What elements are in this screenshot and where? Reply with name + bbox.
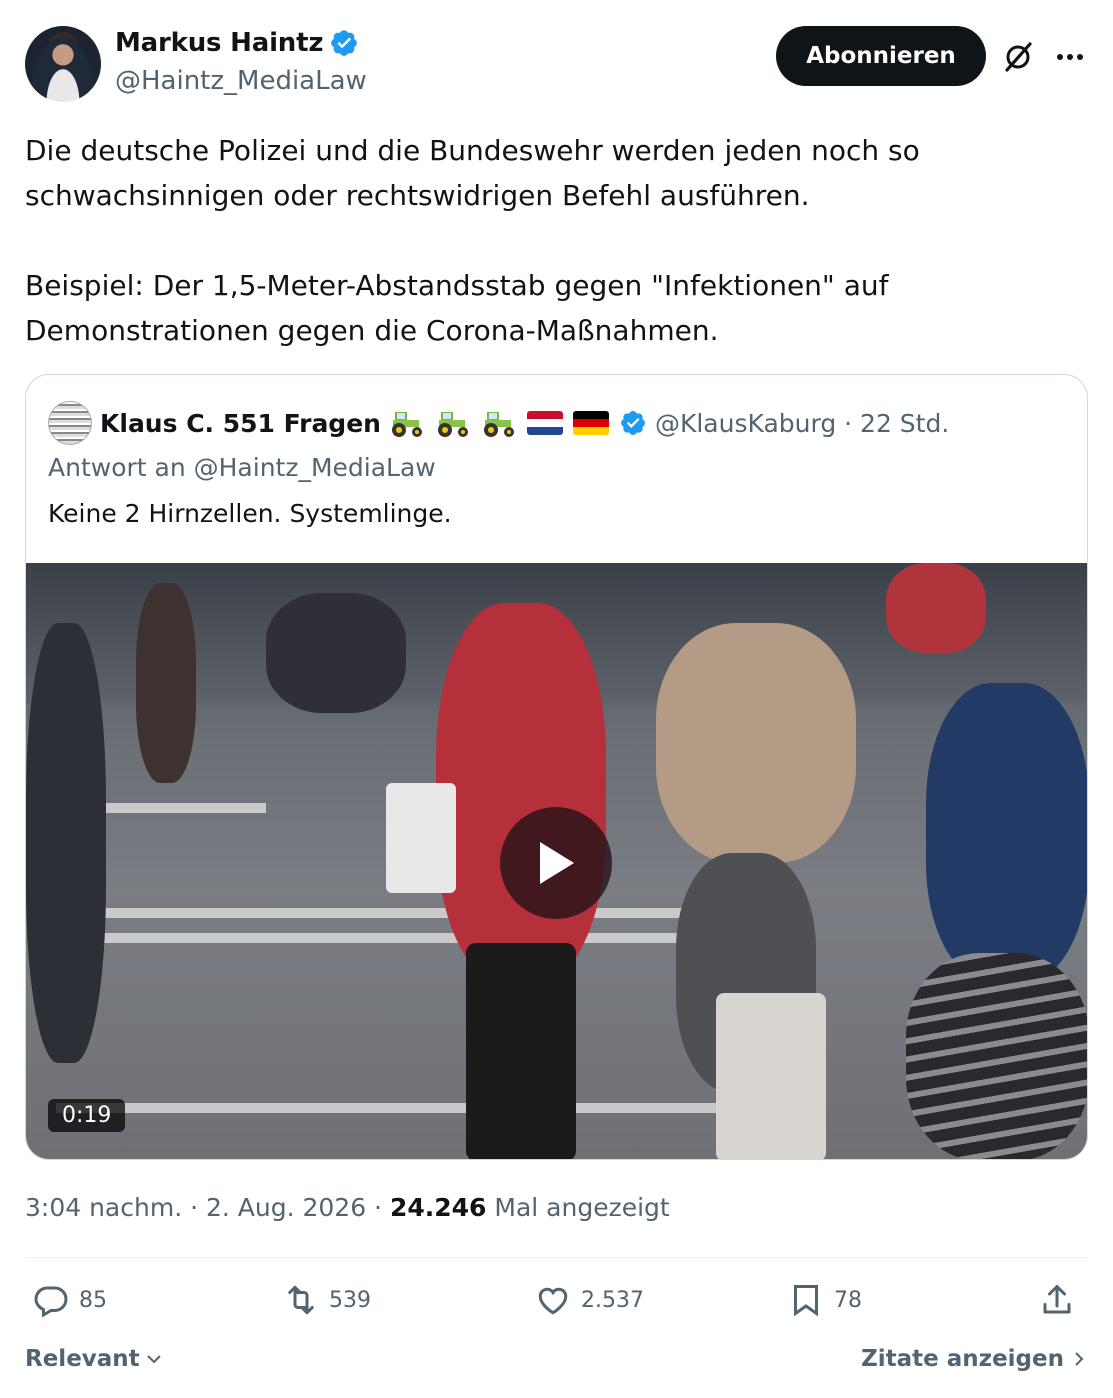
tweet-header: Markus Haintz @Haintz_MediaLaw Abonniere…: [25, 26, 1088, 102]
reply-icon: [34, 1286, 68, 1318]
name-emojis: [389, 408, 609, 438]
reply-count: 85: [79, 1287, 107, 1313]
chevron-right-icon: [1075, 1352, 1084, 1366]
views-label: Mal angezeigt: [486, 1193, 670, 1222]
tweet-text: Die deutsche Polizei und die Bundeswehr …: [25, 134, 920, 347]
author-avatar[interactable]: [25, 26, 101, 102]
follow-button[interactable]: Abonnieren: [776, 26, 986, 86]
quoted-author-name[interactable]: Klaus C. 551 Fragen: [100, 409, 381, 438]
play-button[interactable]: [500, 807, 612, 919]
more-icon[interactable]: [1053, 42, 1087, 72]
road-marking: [56, 908, 716, 918]
like-count: 2.537: [581, 1287, 644, 1313]
verified-icon: [331, 30, 358, 56]
video-scene: [716, 993, 826, 1159]
chevron-down-icon: [146, 1355, 161, 1364]
video-scene: [136, 583, 196, 783]
share-button[interactable]: [1039, 1282, 1075, 1318]
replies-controls: Relevant Zitate anzeigen: [25, 1346, 1088, 1382]
video-scene: [436, 603, 606, 983]
share-icon: [1043, 1285, 1071, 1314]
reply-button[interactable]: 85: [33, 1282, 107, 1318]
video-duration: 0:19: [48, 1099, 126, 1132]
like-button[interactable]: 2.537: [535, 1282, 644, 1318]
repost-icon: [288, 1285, 314, 1315]
quoted-text: Keine 2 Hirnzellen. Systemlinge.: [48, 499, 452, 528]
video-scene: [266, 593, 406, 713]
video-player[interactable]: 0:19: [26, 563, 1087, 1159]
views-count: 24.246: [389, 1193, 487, 1222]
video-scene: [886, 563, 986, 653]
video-scene: [656, 623, 856, 863]
verified-icon: [621, 411, 645, 435]
author-name-row: Markus Haintz: [115, 28, 359, 58]
author-handle[interactable]: @Haintz_MediaLaw: [115, 66, 367, 96]
repost-button[interactable]: 539: [283, 1282, 371, 1318]
video-scene: [386, 783, 456, 893]
play-icon: [540, 842, 574, 884]
action-bar: 85 539 2.537 78: [25, 1282, 1088, 1326]
timestamp[interactable]: 3:04 nachm. · 2. Aug. 2026 ·: [25, 1193, 390, 1222]
tweet-meta: 3:04 nachm. · 2. Aug. 2026 · 24.246 Mal …: [25, 1193, 670, 1222]
sort-label: Relevant: [25, 1346, 140, 1372]
sort-dropdown[interactable]: Relevant: [25, 1346, 164, 1372]
road-marking: [56, 1103, 756, 1113]
reply-to-label[interactable]: Antwort an @Haintz_MediaLaw: [48, 453, 436, 482]
netherlands-flag-icon: [526, 411, 563, 435]
video-scene: [466, 943, 576, 1159]
tractor-emoji-icon: [483, 412, 514, 437]
bookmark-button[interactable]: 78: [788, 1282, 862, 1318]
quoted-header: Klaus C. 551 Fragen @KlausKaburg · 22 St…: [48, 401, 949, 445]
germany-flag-icon: [572, 411, 609, 435]
tractor-emoji-icon: [391, 412, 422, 437]
divider: [25, 1257, 1088, 1258]
video-scene: [926, 683, 1087, 983]
bookmark-count: 78: [834, 1287, 862, 1313]
video-scene: [906, 953, 1087, 1159]
quoted-avatar[interactable]: [48, 401, 92, 445]
road-marking: [56, 933, 716, 943]
like-icon: [538, 1287, 568, 1315]
bookmark-icon: [794, 1285, 818, 1317]
quotes-label: Zitate anzeigen: [861, 1346, 1064, 1372]
author-name[interactable]: Markus Haintz: [115, 28, 323, 58]
view-quotes-link[interactable]: Zitate anzeigen: [861, 1346, 1088, 1372]
repost-count: 539: [329, 1287, 371, 1313]
tractor-emoji-icon: [437, 412, 468, 437]
quoted-tweet[interactable]: Klaus C. 551 Fragen @KlausKaburg · 22 St…: [25, 374, 1088, 1160]
grok-icon[interactable]: [1001, 40, 1035, 74]
video-scene: [26, 623, 106, 1063]
quoted-handle-time[interactable]: @KlausKaburg · 22 Std.: [655, 409, 949, 438]
